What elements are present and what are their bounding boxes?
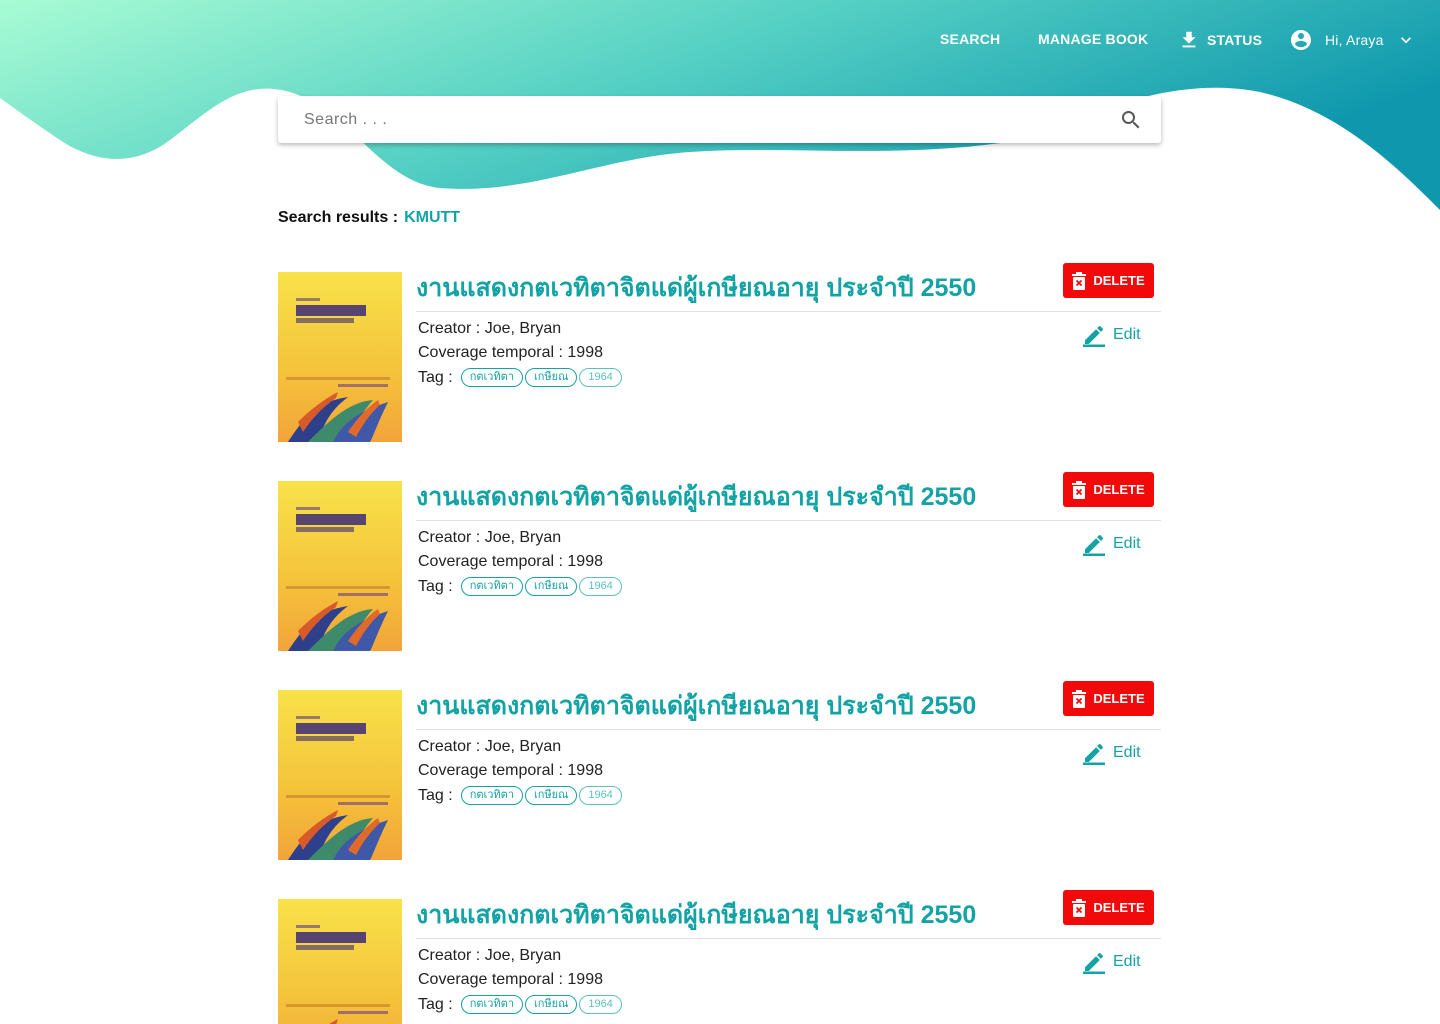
edit-button[interactable]: Edit xyxy=(1082,532,1141,556)
user-greeting: Hi, Araya xyxy=(1325,32,1384,48)
book-creator: Creator : Joe, Bryan xyxy=(418,947,562,964)
edit-icon xyxy=(1083,325,1105,347)
tag-chip[interactable]: กตเวทิตา xyxy=(460,368,523,387)
results-query: KMUTT xyxy=(404,209,461,226)
book-divider xyxy=(416,520,1161,521)
nav-manage-label: MANAGE BOOK xyxy=(1038,31,1149,47)
tag-chip[interactable]: 1964 xyxy=(579,995,622,1014)
book-creator: Creator : Joe, Bryan xyxy=(418,529,562,546)
book-item: งานแสดงกตเวทิตาจิตแด่ผู้เกษียณอายุ ประจำ… xyxy=(278,263,1161,443)
results-label: Search results : xyxy=(278,209,399,226)
delete-icon xyxy=(1072,271,1087,290)
search-results-heading: Search results : KMUTT xyxy=(278,209,460,227)
book-divider xyxy=(416,311,1161,312)
delete-label: DELETE xyxy=(1093,691,1145,706)
delete-icon xyxy=(1072,480,1087,499)
nav-status-link[interactable]: STATUS xyxy=(1178,29,1288,51)
delete-button[interactable]: DELETE xyxy=(1063,263,1154,298)
edit-label: Edit xyxy=(1113,326,1141,343)
search-icon[interactable] xyxy=(1119,108,1143,132)
book-item: งานแสดงกตเวทิตาจิตแด่ผู้เกษียณอายุ ประจำ… xyxy=(278,681,1161,861)
book-coverage-temporal: Coverage temporal : 1998 xyxy=(418,344,603,361)
book-cover-image[interactable] xyxy=(278,899,402,1024)
tags-label: Tag : xyxy=(418,368,453,386)
book-creator: Creator : Joe, Bryan xyxy=(418,738,562,755)
nav-manage-book-link[interactable]: MANAGE BOOK xyxy=(1038,31,1178,47)
tags-label: Tag : xyxy=(418,577,453,595)
tags-label: Tag : xyxy=(418,786,453,804)
edit-label: Edit xyxy=(1113,535,1141,552)
book-cover-image[interactable] xyxy=(278,690,402,860)
edit-icon xyxy=(1083,534,1105,556)
user-menu[interactable]: Hi, Araya xyxy=(1289,28,1419,52)
book-tags: Tag : กตเวทิตา เกษียณ 1964 xyxy=(418,995,624,1014)
book-cover-image[interactable] xyxy=(278,481,402,651)
book-divider xyxy=(416,938,1161,939)
book-item: งานแสดงกตเวทิตาจิตแด่ผู้เกษียณอายุ ประจำ… xyxy=(278,890,1161,1024)
delete-button[interactable]: DELETE xyxy=(1063,890,1154,925)
delete-button[interactable]: DELETE xyxy=(1063,681,1154,716)
download-icon xyxy=(1182,31,1196,48)
edit-label: Edit xyxy=(1113,953,1141,970)
tag-chip[interactable]: เกษียณ xyxy=(525,995,578,1014)
search-bar xyxy=(278,96,1161,143)
edit-button[interactable]: Edit xyxy=(1082,741,1141,765)
delete-label: DELETE xyxy=(1093,482,1145,497)
tag-chip[interactable]: 1964 xyxy=(579,368,622,387)
book-creator: Creator : Joe, Bryan xyxy=(418,320,562,337)
book-title[interactable]: งานแสดงกตเวทิตาจิตแด่ผู้เกษียณอายุ ประจำ… xyxy=(416,477,976,517)
search-input[interactable] xyxy=(304,99,1104,140)
book-tags: Tag : กตเวทิตา เกษียณ 1964 xyxy=(418,786,624,805)
tag-chip[interactable]: เกษียณ xyxy=(525,786,578,805)
book-title[interactable]: งานแสดงกตเวทิตาจิตแด่ผู้เกษียณอายุ ประจำ… xyxy=(416,895,976,935)
nav-search-label: SEARCH xyxy=(940,31,1001,47)
tag-chip[interactable]: กตเวทิตา xyxy=(460,786,523,805)
tag-chip[interactable]: 1964 xyxy=(579,577,622,596)
tag-chip[interactable]: เกษียณ xyxy=(525,368,578,387)
book-tags: Tag : กตเวทิตา เกษียณ 1964 xyxy=(418,577,624,596)
tag-chip[interactable]: กตเวทิตา xyxy=(460,577,523,596)
nav-status-label: STATUS xyxy=(1207,32,1263,48)
edit-icon xyxy=(1083,952,1105,974)
delete-button[interactable]: DELETE xyxy=(1063,472,1154,507)
book-coverage-temporal: Coverage temporal : 1998 xyxy=(418,553,603,570)
edit-button[interactable]: Edit xyxy=(1082,950,1141,974)
delete-label: DELETE xyxy=(1093,900,1145,915)
book-cover-image[interactable] xyxy=(278,272,402,442)
tag-chip[interactable]: 1964 xyxy=(579,786,622,805)
edit-icon xyxy=(1083,743,1105,765)
tag-chip[interactable]: เกษียณ xyxy=(525,577,578,596)
delete-icon xyxy=(1072,898,1087,917)
edit-button[interactable]: Edit xyxy=(1082,323,1141,347)
account-circle-icon xyxy=(1291,30,1311,50)
delete-icon xyxy=(1072,689,1087,708)
tag-chip[interactable]: กตเวทิตา xyxy=(460,995,523,1014)
nav-search-link[interactable]: SEARCH xyxy=(940,31,1020,47)
delete-label: DELETE xyxy=(1093,273,1145,288)
book-coverage-temporal: Coverage temporal : 1998 xyxy=(418,762,603,779)
book-title[interactable]: งานแสดงกตเวทิตาจิตแด่ผู้เกษียณอายุ ประจำ… xyxy=(416,268,976,308)
edit-label: Edit xyxy=(1113,744,1141,761)
book-item: งานแสดงกตเวทิตาจิตแด่ผู้เกษียณอายุ ประจำ… xyxy=(278,472,1161,652)
tags-label: Tag : xyxy=(418,995,453,1013)
book-title[interactable]: งานแสดงกตเวทิตาจิตแด่ผู้เกษียณอายุ ประจำ… xyxy=(416,686,976,726)
chevron-down-icon[interactable] xyxy=(1396,30,1416,50)
book-coverage-temporal: Coverage temporal : 1998 xyxy=(418,971,603,988)
book-divider xyxy=(416,729,1161,730)
book-tags: Tag : กตเวทิตา เกษียณ 1964 xyxy=(418,368,624,387)
